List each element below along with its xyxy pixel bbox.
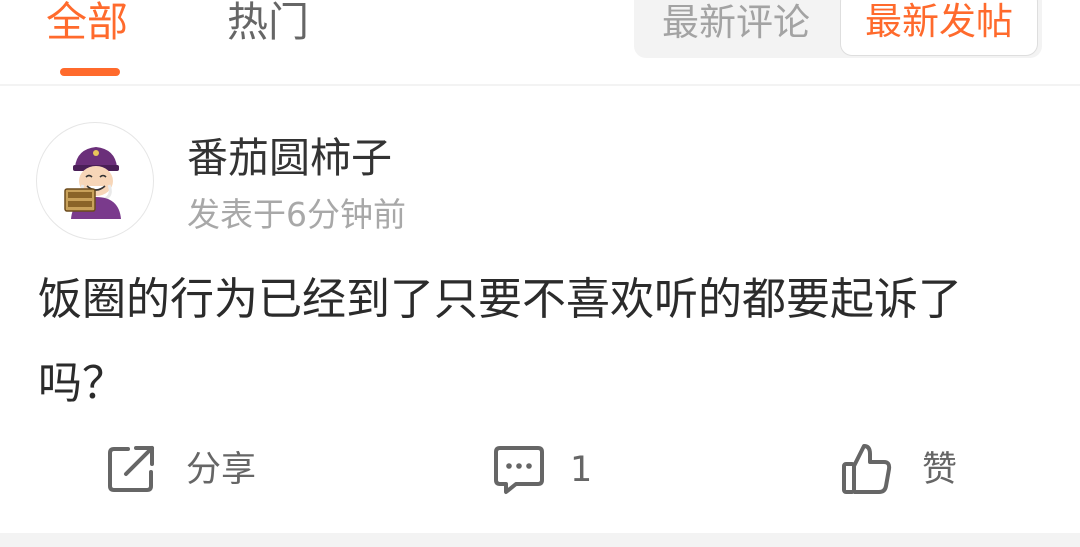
share-label: 分享 [186, 450, 257, 490]
share-button[interactable]: 分享 [106, 440, 306, 500]
tab-bar: 全部 热门 最新评论 最新发帖 [0, 0, 1080, 86]
sort-toggle: 最新评论 最新发帖 [634, 0, 1042, 58]
page: 全部 热门 最新评论 最新发帖 番茄圆柿子 发表于6分钟前 饭圈的行为已经到了只… [0, 0, 1080, 547]
tab-hot[interactable]: 热门 [227, 0, 309, 52]
share-icon [108, 446, 154, 492]
avatar-cartoon-icon [64, 147, 121, 219]
author-name[interactable]: 番茄圆柿子 [187, 130, 392, 186]
sort-latest-post-button[interactable]: 最新发帖 [840, 0, 1038, 56]
tab-all[interactable]: 全部 [46, 0, 128, 52]
like-label: 赞 [922, 450, 958, 490]
comment-count: 1 [570, 450, 593, 490]
sort-latest-comment-button[interactable]: 最新评论 [634, 0, 838, 58]
post-time: 发表于6分钟前 [187, 195, 406, 234]
comment-icon [494, 446, 544, 494]
active-tab-indicator [60, 68, 120, 76]
section-divider [0, 533, 1080, 547]
comment-button[interactable]: 1 [492, 440, 642, 500]
thumbs-up-icon [842, 444, 892, 494]
post-content[interactable]: 饭圈的行为已经到了只要不喜欢听的都要起诉了吗？ [38, 258, 1048, 426]
avatar[interactable] [36, 122, 154, 240]
like-button[interactable]: 赞 [840, 440, 1000, 500]
